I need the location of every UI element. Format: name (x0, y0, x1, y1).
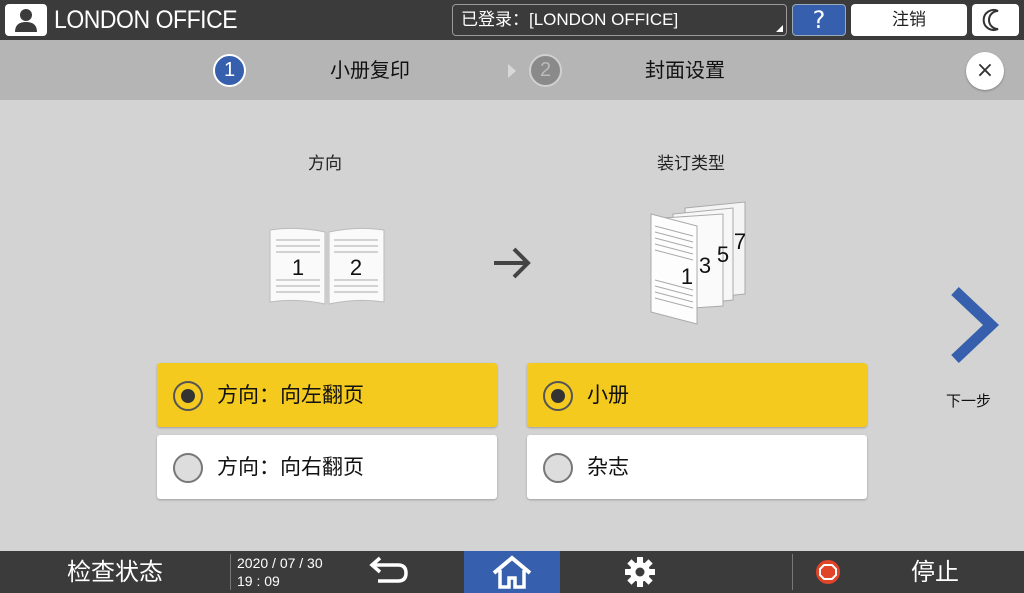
check-status-button[interactable]: 检查状态 (0, 551, 230, 593)
radio-unselected-icon (543, 453, 573, 483)
back-button[interactable] (340, 551, 430, 593)
close-button[interactable]: × (966, 52, 1004, 90)
binding-booklet-option[interactable]: 小册 (527, 363, 867, 427)
datetime: 2020 / 07 / 30 19 : 09 (237, 554, 323, 590)
home-button[interactable] (464, 551, 560, 593)
step-2-label: 封面设置 (645, 58, 725, 82)
login-status-text: 已登录：[LONDON OFFICE] (461, 10, 679, 29)
option-label: 方向：向右翻页 (217, 455, 364, 479)
booklet-page-5-number: 5 (717, 242, 729, 267)
help-button[interactable]: ? (792, 4, 846, 36)
time-text: 19 : 09 (237, 573, 280, 589)
stop-button[interactable]: 停止 (880, 551, 990, 593)
book-page-right-number: 2 (350, 255, 362, 280)
orientation-open-left-option[interactable]: 方向：向左翻页 (157, 363, 497, 427)
moon-icon (982, 9, 999, 31)
booklet-page-7-number: 7 (734, 229, 746, 254)
bottom-bar: 检查状态 2020 / 07 / 30 19 : 09 停止 (0, 551, 1024, 593)
booklet-page-3-number: 3 (699, 253, 711, 278)
option-label: 杂志 (587, 455, 629, 479)
date-text: 2020 / 07 / 30 (237, 555, 323, 571)
book-page-left-number: 1 (292, 255, 304, 280)
logout-button[interactable]: 注销 (851, 4, 967, 36)
option-label: 方向：向左翻页 (217, 383, 364, 407)
divider (230, 554, 231, 590)
radio-unselected-icon (173, 453, 203, 483)
gear-icon (625, 557, 655, 587)
binding-magazine-option[interactable]: 杂志 (527, 435, 867, 499)
back-arrow-icon (369, 556, 408, 583)
step-1-indicator: 1 (213, 54, 246, 87)
orientation-title: 方向 (308, 154, 342, 174)
step-1-label: 小册复印 (330, 58, 410, 82)
booklet-stack-icon: 1 3 5 7 (650, 201, 746, 325)
login-status-box[interactable]: 已登录：[LONDON OFFICE] (452, 4, 787, 36)
binding-type-title: 装订类型 (657, 154, 725, 174)
radio-selected-icon (543, 381, 573, 411)
open-book-icon: 1 2 (269, 227, 385, 305)
energy-saver-button[interactable] (972, 4, 1019, 36)
next-chevron-icon[interactable] (945, 285, 1000, 365)
stop-icon[interactable] (815, 559, 841, 585)
home-icon (492, 555, 532, 589)
step-bar: 1 小册复印 2 封面设置 × (0, 40, 1024, 100)
option-label: 小册 (587, 383, 629, 407)
radio-selected-icon (173, 381, 203, 411)
arrow-right-icon (494, 247, 531, 279)
step-2-indicator: 2 (529, 54, 562, 87)
user-icon[interactable] (5, 4, 47, 36)
booklet-page-1-number: 1 (681, 264, 693, 289)
settings-button[interactable] (600, 551, 680, 593)
screen: LONDON OFFICE 已登录：[LONDON OFFICE] ? 注销 1… (0, 0, 1024, 593)
orientation-open-right-option[interactable]: 方向：向右翻页 (157, 435, 497, 499)
top-bar: LONDON OFFICE 已登录：[LONDON OFFICE] ? 注销 (0, 0, 1024, 40)
step-arrow-icon (508, 64, 516, 78)
divider (792, 554, 793, 590)
office-name: LONDON OFFICE (54, 6, 238, 34)
dropdown-corner-icon (776, 25, 783, 32)
next-step-label[interactable]: 下一步 (946, 390, 991, 411)
